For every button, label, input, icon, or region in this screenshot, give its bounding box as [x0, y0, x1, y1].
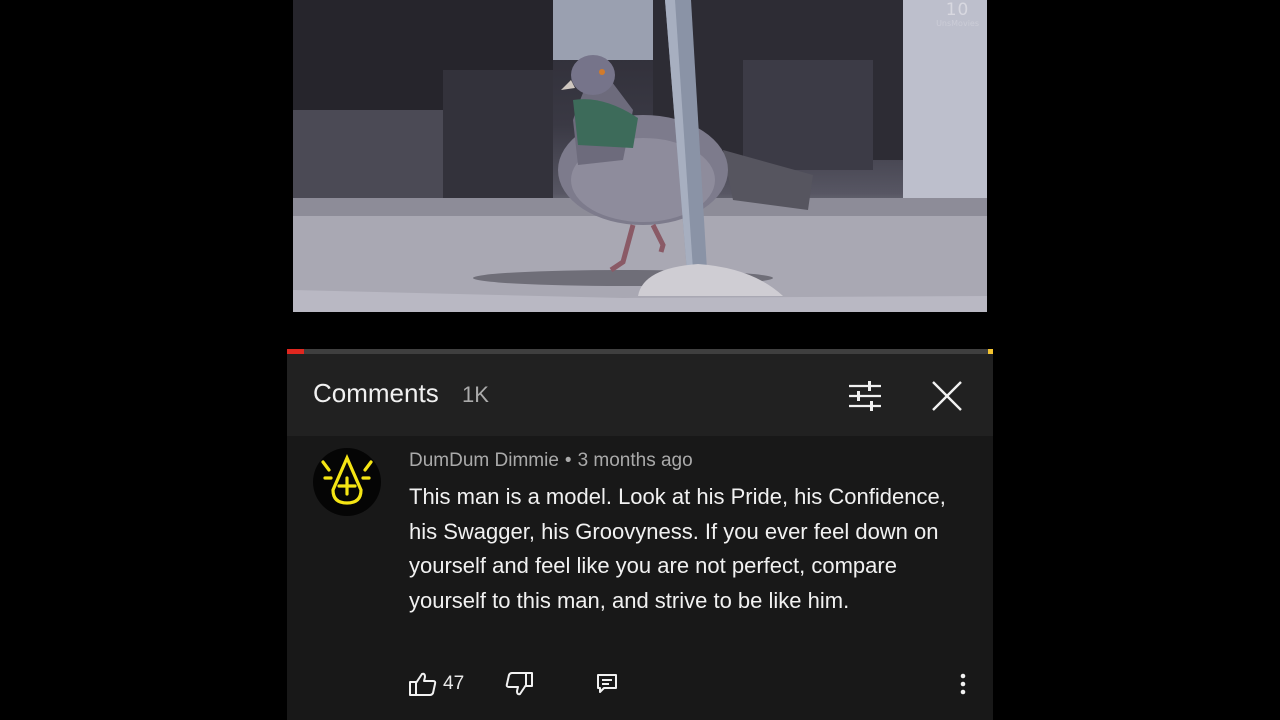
sort-filter-button[interactable] [843, 374, 887, 418]
comments-list: DumDum Dimmie • 3 months ago This man is a… [287, 436, 993, 720]
more-vertical-icon [960, 673, 966, 695]
app-stage: 10 UnsMovies Comments 1K DumDum Dimmie •… [0, 0, 1280, 720]
reply-icon [597, 674, 617, 693]
comments-panel: Comments 1K DumDum Dimmie • 3 months ago… [287, 354, 993, 720]
meta-separator: • [564, 450, 572, 471]
channel-watermark: 10 UnsMovies [936, 2, 979, 28]
comment-more-button[interactable] [947, 670, 979, 698]
thumbs-down-icon [505, 672, 533, 696]
reply-button[interactable] [593, 670, 621, 698]
dislike-button[interactable] [505, 670, 533, 698]
comments-title: Comments [313, 378, 439, 408]
comments-count: 1K [462, 382, 489, 407]
comment-time[interactable]: 3 months ago [578, 450, 693, 471]
avatar[interactable] [313, 448, 381, 516]
thumbs-up-icon [409, 672, 437, 696]
like-button[interactable]: 47 [409, 670, 464, 698]
close-comments-button[interactable] [925, 374, 969, 418]
close-icon [932, 381, 962, 411]
comment-text: This man is a model. Look at his Pride, … [409, 484, 946, 613]
watermark-brand: UnsMovies [936, 19, 979, 28]
comments-header: Comments 1K [287, 354, 993, 436]
lightbulb-icon [321, 454, 373, 505]
comment-author[interactable]: DumDum Dimmie [409, 450, 559, 471]
sliders-icon [849, 381, 881, 411]
watermark-number: 10 [945, 0, 970, 20]
comment-meta: DumDum Dimmie • 3 months ago [409, 450, 693, 472]
video-player[interactable]: 10 UnsMovies [293, 0, 987, 312]
like-count: 47 [443, 673, 465, 694]
video-frame-image [293, 0, 987, 312]
comment-actions: 47 [409, 670, 979, 698]
